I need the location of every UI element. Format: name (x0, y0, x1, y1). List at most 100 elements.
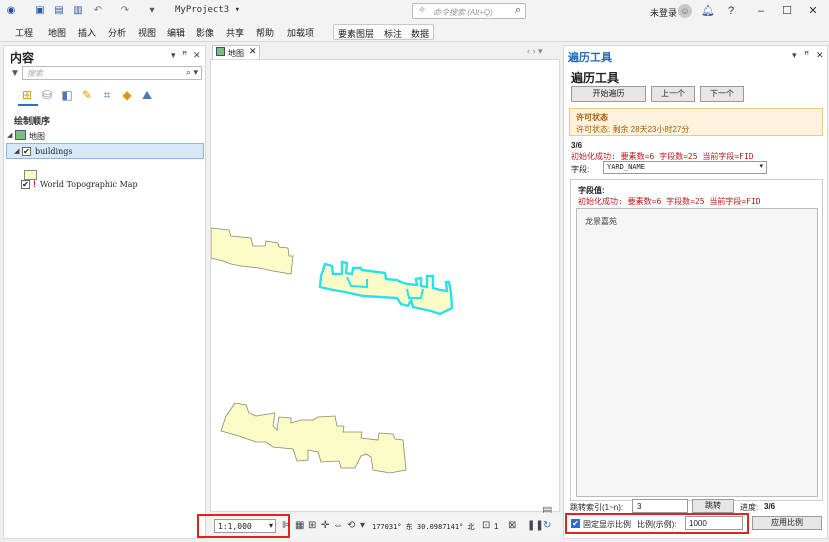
map-status-bar: 1:1,000 ▾ ⊫ ▦ ⊞ ✛ ⇔ ⟲ ▾ 177031° 东 30.098… (197, 513, 560, 539)
pin-icon[interactable]: ꟸ (804, 50, 809, 61)
search-icon[interactable]: ⌕ ▾ (186, 67, 198, 78)
navigator-icon[interactable]: ⇔ (333, 520, 343, 531)
tree-item-basemap[interactable]: ✔ ! World Topographic Map (6, 177, 204, 193)
building-feature (211, 227, 294, 275)
collapse-icon[interactable]: ◢ (14, 147, 19, 155)
open-project-icon[interactable]: ▤ (52, 4, 66, 17)
maximize-icon[interactable]: ☐ (776, 3, 798, 19)
pane-options-icon[interactable]: ▾ (792, 50, 797, 61)
refresh-icon[interactable]: ↻ (543, 520, 551, 531)
layer-visibility-checkbox[interactable]: ✔ (21, 180, 30, 189)
tab-map[interactable]: 地图 (48, 26, 66, 39)
jump-button[interactable]: 跳转 (692, 499, 734, 513)
chevron-down-icon[interactable]: ▾ (269, 521, 273, 530)
command-search-input[interactable]: ✧ 命令搜索 (Alt+Q) ⌕ (412, 3, 526, 19)
pause-drawing-icon[interactable]: ❚❚ (527, 520, 544, 531)
license-status-text: 许可状态: 剩余 28天23小时27分 (576, 125, 690, 134)
tab-project[interactable]: 工程 (15, 26, 33, 39)
tab-labeling[interactable]: 标注 (384, 27, 402, 40)
grid-icon[interactable]: ▦ (295, 520, 304, 531)
list-by-snapping-icon[interactable]: ⌗ (100, 88, 114, 102)
scale-label: 比例(示例): (637, 520, 677, 529)
list-by-selection-icon[interactable]: ◧ (60, 88, 74, 102)
list-by-drawing-order-icon[interactable]: ⊞ (20, 88, 34, 102)
redo-icon[interactable]: ↷ (118, 4, 132, 17)
list-by-editing-icon[interactable]: ✎ (80, 88, 94, 102)
rotation-icon[interactable]: ⟲ (347, 520, 355, 531)
scale-input[interactable]: 1000 (685, 516, 743, 530)
scale-dropdown[interactable]: 1:1,000 ▾ (214, 519, 276, 533)
draw-order-heading: 绘制顺序 (14, 116, 51, 126)
contents-search-input[interactable]: 搜索 ⌕ ▾ (22, 66, 202, 80)
map-features[interactable] (211, 60, 561, 513)
traversal-tool-pane: 遍历工具 ▾ ꟸ ✕ 遍历工具 开始遍历 上一个 下一个 许可状态 许可状态: … (563, 45, 828, 539)
tab-view[interactable]: 视图 (138, 26, 156, 39)
license-status-box: 许可状态 许可状态: 剩余 28天23小时27分 (569, 108, 823, 136)
notification-icon[interactable]: 🔔︎ (697, 3, 719, 19)
list-by-data-source-icon[interactable]: ⛁ (40, 88, 54, 102)
layer-label: World Topographic Map (40, 180, 138, 189)
save-project-icon[interactable]: ▥ (71, 4, 85, 17)
tab-edit[interactable]: 编辑 (167, 26, 185, 39)
jump-index-label: 跳转索引(1~n): (570, 503, 624, 512)
tree-item-buildings[interactable]: ◢ ✔ buildings (6, 143, 204, 159)
layer-visibility-checkbox[interactable]: ✔ (22, 147, 31, 156)
undo-icon[interactable]: ↶ (91, 4, 105, 17)
map-canvas[interactable]: ▤ (210, 59, 561, 517)
close-icon[interactable]: ✕ (802, 3, 824, 19)
help-button[interactable]: ? (720, 3, 742, 19)
apply-scale-button[interactable]: 应用比例 (752, 516, 822, 530)
field-values-group: 字段值: 初始化成功: 要素数=6 字段数=25 当前字段=FID 龙景嘉苑 (570, 179, 823, 501)
filter-icon[interactable]: ▼ (10, 68, 20, 79)
new-project-icon[interactable]: ▣ (33, 4, 47, 17)
jump-index-input[interactable]: 3 (632, 499, 688, 513)
progress-value: 3/6 (764, 502, 776, 511)
field-values-message: 初始化成功: 要素数=6 字段数=25 当前字段=FID (578, 197, 761, 206)
pane-close-icon[interactable]: ✕ (193, 50, 201, 61)
collapse-icon[interactable]: ◢ (7, 131, 12, 139)
clear-selection-icon[interactable]: ⊠ (508, 520, 516, 531)
tab-scroll-arrows[interactable]: ‹ › ▾ (527, 46, 543, 57)
avatar[interactable]: ☺ (678, 4, 692, 18)
selected-count: 1 (494, 522, 499, 531)
active-view-indicator (18, 104, 38, 106)
tab-map-view[interactable]: 地图 ✕ (212, 45, 260, 59)
tree-item-map[interactable]: ◢ 地图 (6, 128, 204, 144)
pane-close-icon[interactable]: ✕ (816, 50, 824, 61)
coordinate-readout: 177031° 东 30.0987141° 北 (372, 523, 475, 531)
minimize-icon[interactable]: – (750, 3, 772, 19)
list-by-perspective-icon[interactable]: ⛰ (140, 88, 154, 102)
snapping-icon[interactable]: ⊞ (308, 520, 316, 531)
close-tab-icon[interactable]: ✕ (249, 46, 257, 57)
tab-analysis[interactable]: 分析 (108, 26, 126, 39)
tab-help[interactable]: 帮助 (256, 26, 274, 39)
fixed-scale-checkbox[interactable]: ✔ (571, 519, 580, 528)
tab-insert[interactable]: 插入 (78, 26, 96, 39)
field-select[interactable]: YARD_NAME ▾ (603, 161, 767, 174)
layer-label: buildings (35, 147, 73, 156)
chevron-down-icon[interactable]: ▾ (759, 162, 763, 170)
tab-data[interactable]: 数据 (411, 27, 429, 40)
sign-in-status[interactable]: 未登录 (650, 6, 677, 19)
previous-button[interactable]: 上一个 (651, 86, 695, 102)
fixed-scale-icon[interactable]: ⊫ (282, 520, 291, 531)
start-traversal-button[interactable]: 开始遍历 (571, 86, 646, 102)
field-values-title: 字段值: (578, 186, 605, 195)
search-icon[interactable]: ⌕ (515, 4, 521, 17)
pane-options-icon[interactable]: ▾ (171, 50, 176, 61)
field-value-textarea[interactable]: 龙景嘉苑 (576, 208, 818, 497)
crosshair-icon[interactable]: ✛ (321, 520, 329, 531)
chevron-down-icon[interactable]: ▾ (360, 520, 365, 531)
pin-icon[interactable]: ꟸ (182, 50, 187, 61)
tab-feature-layer[interactable]: 要素图层 (338, 27, 374, 40)
selected-features-icon[interactable]: ⊡ (482, 520, 490, 531)
scale-value: 1:1,000 (218, 522, 252, 531)
tab-share[interactable]: 共享 (226, 26, 244, 39)
next-button[interactable]: 下一个 (700, 86, 744, 102)
progress-label: 进度: (740, 503, 759, 512)
tab-addins[interactable]: 加载项 (287, 26, 314, 39)
tab-imagery[interactable]: 影像 (196, 26, 214, 39)
project-title[interactable]: MyProject3 ▾ (175, 5, 240, 15)
customize-toolbar-icon[interactable]: ▾ (145, 4, 159, 17)
list-by-labeling-icon[interactable]: ◆ (120, 88, 134, 102)
